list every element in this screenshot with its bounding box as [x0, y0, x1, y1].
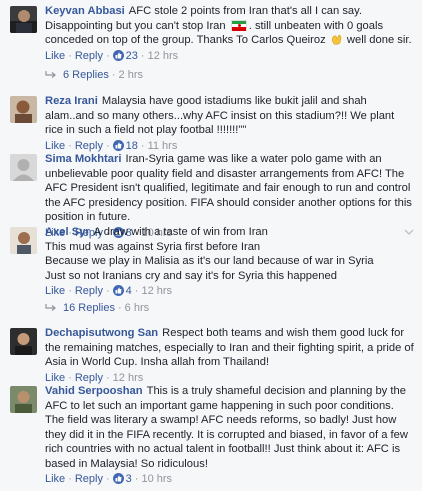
- separator: ·: [105, 473, 110, 485]
- like-count[interactable]: 23: [126, 50, 138, 62]
- separator: ·: [117, 302, 122, 314]
- comment-text-end: well done sir.: [346, 34, 412, 46]
- comment-author[interactable]: Keyvan Abbasi: [45, 5, 125, 17]
- like-count[interactable]: 3: [126, 473, 132, 485]
- comment-author[interactable]: Reza Irani: [45, 95, 98, 107]
- reply-arrow-icon: [45, 304, 56, 311]
- like-link[interactable]: Like: [45, 285, 65, 297]
- clapping-hands-icon: [331, 34, 342, 45]
- replies-count[interactable]: 6 Replies: [63, 69, 109, 81]
- avatar[interactable]: [10, 227, 37, 254]
- comment-author[interactable]: Sima Mokhtari: [45, 153, 121, 165]
- comment-text: This is a truly shameful decision and pl…: [45, 385, 408, 470]
- comment-actions: Like · Reply · 12 hrs: [45, 371, 414, 385]
- separator: ·: [68, 139, 72, 152]
- comment-actions: Like · Reply · 23 · 12 hrs: [45, 49, 414, 63]
- comment-author[interactable]: Vahid Serpooshan: [45, 385, 143, 397]
- separator: ·: [105, 285, 110, 297]
- avatar[interactable]: [10, 96, 37, 123]
- avatar[interactable]: [10, 328, 37, 355]
- separator: ·: [68, 285, 72, 297]
- reply-link[interactable]: Reply: [75, 50, 103, 62]
- like-count[interactable]: 4: [126, 285, 132, 297]
- comment-time[interactable]: 12 hrs: [113, 372, 144, 384]
- view-replies[interactable]: 6 Replies · 2 hrs: [45, 69, 143, 81]
- separator: ·: [134, 473, 139, 485]
- comment-actions: Like · Reply · 4 · 12 hrs: [45, 284, 414, 298]
- comment-line: A draw with a taste of win from Iran: [93, 226, 268, 238]
- iran-flag-icon: [230, 19, 247, 31]
- reply-link[interactable]: Reply: [75, 285, 103, 297]
- comment-time[interactable]: 12 hrs: [148, 50, 179, 62]
- like-badge-icon[interactable]: [112, 49, 124, 61]
- replies-time: 2 hrs: [118, 69, 143, 81]
- separator: ·: [68, 473, 72, 485]
- view-replies[interactable]: 16 Replies · 6 hrs: [45, 302, 149, 314]
- reply-link[interactable]: Reply: [75, 473, 103, 485]
- reply-link[interactable]: Reply: [75, 140, 103, 152]
- separator: ·: [68, 371, 72, 384]
- comment-time[interactable]: 11 hrs: [148, 140, 178, 152]
- separator: ·: [134, 285, 139, 297]
- avatar[interactable]: [10, 6, 37, 33]
- comment-author-line: Axel Syr A draw with a taste of win from …: [45, 225, 414, 240]
- reply-link[interactable]: Reply: [75, 372, 103, 384]
- like-badge-icon[interactable]: [112, 139, 124, 151]
- replies-time: 6 hrs: [124, 302, 150, 314]
- replies-count[interactable]: 16 Replies: [63, 302, 115, 314]
- separator: ·: [105, 139, 110, 152]
- avatar[interactable]: [10, 386, 37, 413]
- reply-arrow-icon: [45, 71, 56, 78]
- comment-author[interactable]: Axel Syr: [45, 226, 90, 238]
- separator: ·: [105, 49, 110, 62]
- separator: ·: [105, 371, 110, 384]
- comment-actions: Like · Reply · 18 · 11 hrs: [45, 139, 414, 153]
- comment-author[interactable]: Dechapisutwong San: [45, 327, 158, 339]
- chevron-down-icon[interactable]: [404, 229, 414, 235]
- separator: ·: [111, 69, 116, 81]
- like-link[interactable]: Like: [45, 372, 65, 384]
- like-badge-icon[interactable]: [112, 473, 124, 484]
- like-link[interactable]: Like: [45, 50, 65, 62]
- avatar[interactable]: [10, 154, 37, 181]
- comment-line: Just so not Iranians cry and say it's fo…: [45, 269, 337, 282]
- separator: ·: [68, 49, 72, 62]
- comment-time[interactable]: 10 hrs: [141, 473, 172, 485]
- like-count[interactable]: 18: [126, 140, 138, 152]
- like-link[interactable]: Like: [45, 140, 65, 152]
- like-badge-icon[interactable]: [112, 285, 124, 296]
- comment-actions: Like · Reply · 3 · 10 hrs: [45, 472, 414, 486]
- comment-line: This mud was against Syria first before …: [45, 240, 261, 253]
- separator: ·: [140, 139, 145, 152]
- like-link[interactable]: Like: [45, 473, 65, 485]
- comment-feed: Keyvan Abbasi AFC stole 2 points from Ira…: [0, 0, 422, 491]
- comment-line: Because we play in Malisia as it's our l…: [45, 255, 374, 267]
- separator: ·: [140, 49, 145, 62]
- comment-time[interactable]: 12 hrs: [141, 285, 172, 297]
